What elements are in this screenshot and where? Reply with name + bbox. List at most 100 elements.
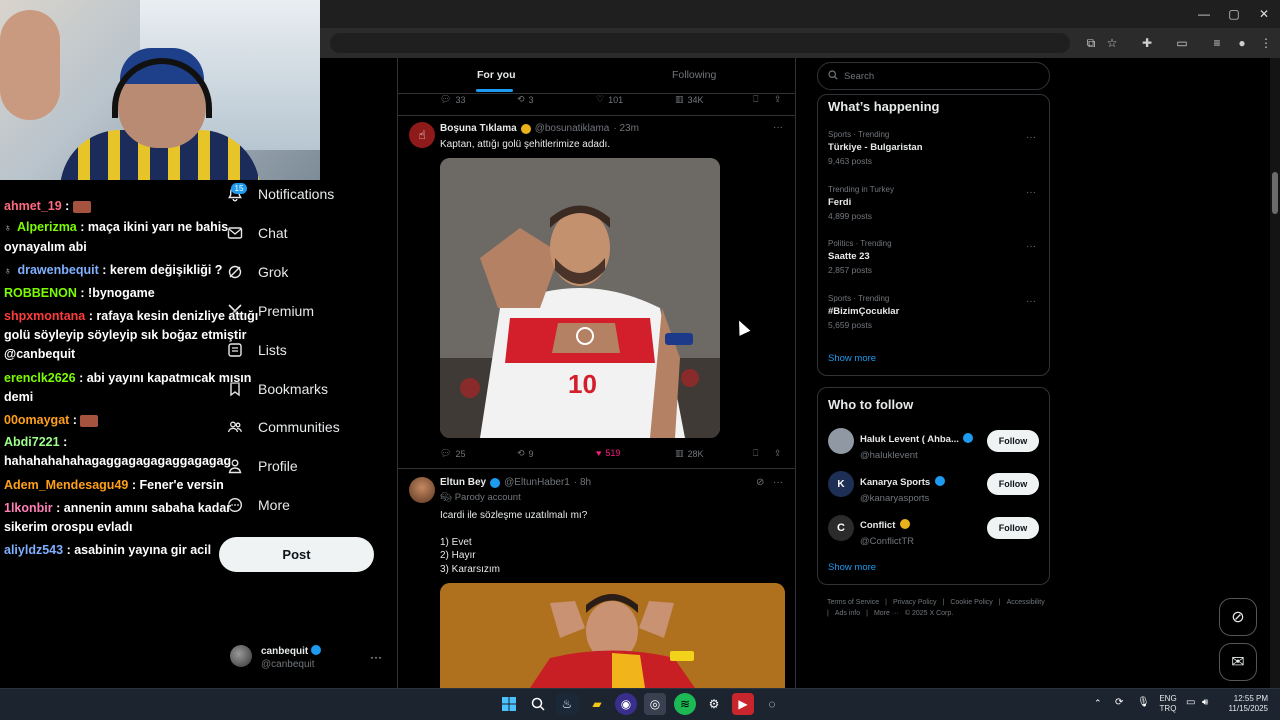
page-scrollbar[interactable] xyxy=(1270,58,1280,688)
chat-message: ROBBENON : !bynogame xyxy=(4,284,260,303)
file-explorer-icon[interactable]: ▰ xyxy=(586,693,608,715)
trend-item[interactable]: Sports · Trending Türkiye - Bulgaristan … xyxy=(828,130,923,166)
tweet-more-icon[interactable]: ··· xyxy=(773,122,783,133)
suggestion-name: Conflict xyxy=(860,520,896,531)
reading-list-icon[interactable]: ≡ xyxy=(1209,35,1225,51)
windows-start-icon[interactable] xyxy=(498,693,520,715)
reply-button[interactable]: 💬︎ 25 xyxy=(440,448,465,459)
install-app-icon[interactable]: ⧉ xyxy=(1083,35,1099,51)
microphone-icon[interactable]: 🎙︎ xyxy=(1137,697,1150,708)
spotify-icon[interactable]: ≋ xyxy=(674,693,696,715)
chrome-icon[interactable]: ◎ xyxy=(644,693,666,715)
tweet-author-name[interactable]: Boşuna Tıklama xyxy=(440,123,517,134)
extensions-icon[interactable]: ✚ xyxy=(1139,35,1155,51)
repost-button[interactable]: ⟲ 9 xyxy=(517,448,534,459)
repost-button[interactable]: ⟲ 3 xyxy=(517,94,534,105)
search-input[interactable]: Search xyxy=(817,62,1050,90)
follow-button[interactable]: Follow xyxy=(987,430,1039,452)
chat-message: Abdi7221 : hahahahahahagaggagagagaggagag… xyxy=(4,433,260,471)
account-name[interactable]: canbequit xyxy=(261,645,322,657)
grok-tweet-icon[interactable]: ⊘ xyxy=(756,477,764,488)
like-button[interactable]: ♡ 101 xyxy=(596,94,623,105)
account-avatar[interactable] xyxy=(230,645,252,667)
tweet-author-handle[interactable]: @bosunatiklama xyxy=(535,123,610,134)
trend-category: Politics · Trending xyxy=(828,239,892,248)
recording-app-icon[interactable]: ▶ xyxy=(732,693,754,715)
like-button[interactable]: ♥ 519 xyxy=(596,448,620,458)
taskbar-clock[interactable]: 12:55 PM 11/15/2025 xyxy=(1222,694,1268,714)
suggestion-item[interactable]: Conflict @ConflictTR xyxy=(860,515,914,547)
tweet-author-handle[interactable]: @EltunHaber1 xyxy=(504,477,570,488)
tweet-avatar[interactable] xyxy=(409,477,435,503)
tweet-media-image[interactable] xyxy=(440,583,785,688)
language-indicator[interactable]: ENG TRQ xyxy=(1156,694,1180,714)
tweet-media-image[interactable]: 10 xyxy=(440,158,720,438)
bookmark-star-icon[interactable]: ☆ xyxy=(1104,35,1120,51)
suggestion-item[interactable]: Haluk Levent ( Ahba... @haluklevent xyxy=(860,429,974,461)
tweet-time[interactable]: · 23m xyxy=(613,123,639,134)
trend-item[interactable]: Sports · Trending #BizimÇocuklar 5,659 p… xyxy=(828,294,899,330)
scrollbar-thumb[interactable] xyxy=(1272,172,1278,214)
trends-show-more-link[interactable]: Show more xyxy=(828,353,876,364)
messages-float-icon[interactable]: ✉ xyxy=(1219,643,1257,681)
trend-item[interactable]: Trending in Turkey Ferdi 4,899 posts xyxy=(828,185,894,221)
settings-gear-icon[interactable]: ⚙ xyxy=(703,693,725,715)
trend-more-icon[interactable]: ··· xyxy=(1026,296,1036,307)
app-icon[interactable]: ◉ xyxy=(615,693,637,715)
follow-button[interactable]: Follow xyxy=(987,517,1039,539)
bookmark-tweet-icon[interactable]: ⎕ xyxy=(753,94,758,105)
app-notification-icon[interactable]: ◌ xyxy=(761,693,783,715)
heart-icon: ♡ xyxy=(596,94,605,104)
reply-button[interactable]: 💬︎ 33 xyxy=(440,94,465,105)
tweet-author-name[interactable]: Eltun Bey xyxy=(440,477,486,488)
trend-more-icon[interactable]: ··· xyxy=(1026,187,1036,198)
taskbar-search-icon[interactable] xyxy=(527,693,549,715)
close-icon[interactable]: ✕ xyxy=(1256,6,1272,22)
views-button[interactable]: ▥ 28K xyxy=(675,448,704,459)
suggestion-avatar[interactable]: K xyxy=(828,471,854,497)
volume-icon[interactable]: 🔊︎ xyxy=(1202,697,1208,708)
footer-cookie-link[interactable]: Cookie Policy xyxy=(950,599,992,606)
tweet-header: Boşuna Tıklama @bosunatiklama · 23m xyxy=(440,123,639,134)
share-icon[interactable]: ⇪ xyxy=(774,94,782,105)
sidebar-icon[interactable]: ▭ xyxy=(1174,35,1190,51)
suggestion-avatar[interactable] xyxy=(828,428,854,454)
trend-more-icon[interactable]: ··· xyxy=(1026,241,1036,252)
bookmark-tweet-icon[interactable]: ⎕ xyxy=(753,448,758,459)
trend-more-icon[interactable]: ··· xyxy=(1026,132,1036,143)
chat-username: shpxmontana xyxy=(4,309,86,323)
tab-for-you[interactable]: For you xyxy=(477,69,516,81)
account-more-icon[interactable]: ··· xyxy=(370,650,382,664)
maximize-icon[interactable]: ▢ xyxy=(1226,6,1242,22)
chat-message: 1lkonbir : annenin amını sabaha kadar si… xyxy=(4,499,260,537)
footer-ads-link[interactable]: Ads info xyxy=(835,610,860,617)
tray-sync-icon[interactable]: ⟳ xyxy=(1115,697,1123,708)
verified-badge-icon xyxy=(934,476,945,486)
keyboard-layout: TRQ xyxy=(1159,704,1177,713)
tray-chevron-icon[interactable]: ⌃ xyxy=(1094,698,1102,709)
suggestion-item[interactable]: Kanarya Sports @kanaryasports xyxy=(860,472,945,504)
trend-item[interactable]: Politics · Trending Saatte 23 2,857 post… xyxy=(828,239,892,275)
follow-show-more-link[interactable]: Show more xyxy=(828,562,876,573)
address-bar[interactable] xyxy=(330,33,1070,53)
footer-more-link[interactable]: More ··· xyxy=(874,610,899,617)
grok-float-icon[interactable]: ⊘ xyxy=(1219,598,1257,636)
chat-message: shpxmontana : rafaya kesin denizliye att… xyxy=(4,307,260,364)
footer-terms-link[interactable]: Terms of Service xyxy=(827,599,879,606)
tweet-avatar[interactable]: ☝ xyxy=(409,122,435,148)
footer-privacy-link[interactable]: Privacy Policy xyxy=(893,599,937,606)
tweet-more-icon[interactable]: ··· xyxy=(773,477,783,488)
network-icon[interactable]: ▭ xyxy=(1186,697,1195,708)
footer-accessibility-link[interactable]: Accessibility xyxy=(1007,599,1045,606)
share-icon[interactable]: ⇪ xyxy=(774,448,782,459)
views-button[interactable]: ▥ 34K xyxy=(675,94,704,105)
profile-avatar-icon[interactable]: ● xyxy=(1234,35,1250,51)
minimize-icon[interactable]: — xyxy=(1196,6,1212,22)
tweet-time[interactable]: · 8h xyxy=(574,477,591,488)
steam-icon[interactable]: ♨ xyxy=(556,693,578,715)
suggestion-avatar[interactable]: C xyxy=(828,515,854,541)
tab-following[interactable]: Following xyxy=(672,69,716,81)
follow-button[interactable]: Follow xyxy=(987,473,1039,495)
browser-menu-icon[interactable]: ⋮ xyxy=(1258,35,1274,51)
nav-label: More xyxy=(258,497,290,513)
